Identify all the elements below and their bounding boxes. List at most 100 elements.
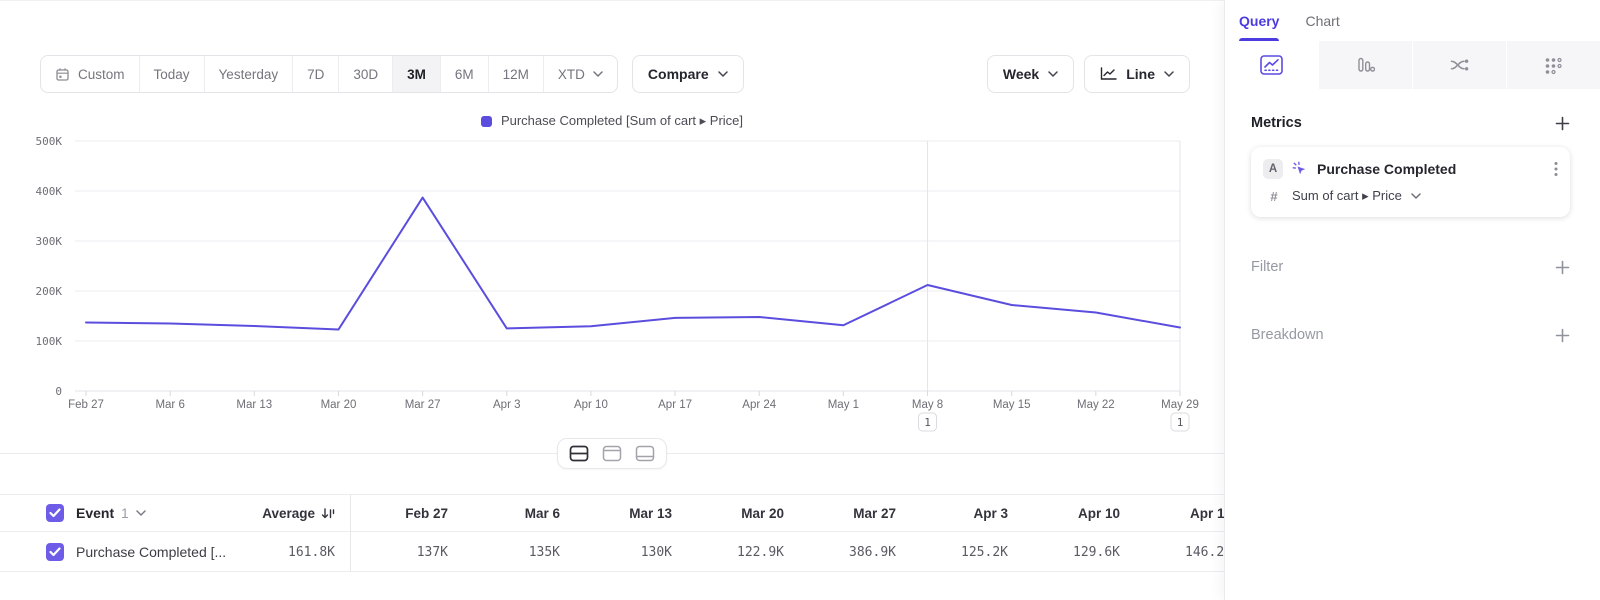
legend-label: Purchase Completed [Sum of cart ▸ Price] [501, 113, 743, 129]
chart-type-button[interactable]: Line [1084, 55, 1190, 93]
plus-icon [1555, 260, 1570, 275]
metric-menu-button[interactable] [1554, 161, 1558, 177]
svg-text:300K: 300K [36, 235, 63, 248]
metrics-section-header: Metrics [1251, 115, 1570, 131]
date-range-6m[interactable]: 6M [441, 56, 489, 92]
table-cell-value: 146.2K [1120, 545, 1224, 560]
select-all-checkbox[interactable] [46, 504, 64, 522]
calendar-icon [55, 67, 70, 82]
line-chart: 0100K200K300K400K500KFeb 27Mar 6Mar 13Ma… [0, 129, 1224, 439]
svg-text:Apr 17: Apr 17 [658, 399, 692, 411]
breakdown-title: Breakdown [1251, 327, 1324, 343]
plus-icon [1555, 328, 1570, 343]
main-chart-area: Custom Today Yesterday 7D 30D 3M 6M 12M … [0, 0, 1224, 600]
svg-text:May 1: May 1 [828, 399, 859, 411]
date-range-3m[interactable]: 3M [393, 56, 441, 92]
viz-type-flows[interactable] [1413, 41, 1506, 89]
tab-query[interactable]: Query [1239, 0, 1279, 41]
event-label: Event [76, 505, 114, 521]
check-icon [49, 547, 61, 557]
metric-card[interactable]: A Purchase Completed # Sum of cart ▸ Pri… [1251, 147, 1570, 217]
layout-table-only-button[interactable] [635, 445, 655, 462]
date-range-today[interactable]: Today [140, 56, 205, 92]
event-selector[interactable]: Event 1 [76, 505, 146, 521]
date-range-12m[interactable]: 12M [489, 56, 544, 92]
viz-type-retention[interactable] [1507, 41, 1600, 89]
date-range-control: Custom Today Yesterday 7D 30D 3M 6M 12M … [40, 55, 618, 93]
filter-title: Filter [1251, 259, 1283, 275]
insights-line-chart-icon [1260, 55, 1283, 75]
layout-split-view-button[interactable] [569, 445, 589, 462]
table-column-header[interactable]: Mar 27 [784, 506, 896, 521]
aggregation-label: Sum of cart ▸ Price [1292, 188, 1402, 204]
row-checkbox[interactable] [46, 543, 64, 561]
svg-text:1: 1 [924, 416, 931, 429]
svg-text:May 29: May 29 [1161, 399, 1199, 411]
table-column-header[interactable]: Mar 13 [560, 506, 672, 521]
layout-chart-only-button[interactable] [602, 445, 622, 462]
table-column-header[interactable]: Apr 10 [1008, 506, 1120, 521]
check-icon [49, 508, 61, 518]
add-breakdown-button[interactable] [1555, 328, 1570, 343]
query-builder-panel: Query Chart [1224, 0, 1600, 600]
metrics-title: Metrics [1251, 115, 1302, 131]
svg-text:200K: 200K [36, 285, 63, 298]
panel-content: Metrics A Purchase Completed [1225, 89, 1600, 343]
svg-text:0: 0 [55, 385, 62, 398]
flows-icon [1449, 57, 1470, 73]
metric-aggregation[interactable]: # Sum of cart ▸ Price [1263, 188, 1558, 204]
compare-button[interactable]: Compare [632, 55, 744, 93]
table-column-header[interactable]: Mar 20 [672, 506, 784, 521]
date-range-yesterday[interactable]: Yesterday [205, 56, 294, 92]
table-column-header[interactable]: Apr 3 [896, 506, 1008, 521]
viz-type-bar[interactable] [1319, 41, 1412, 89]
date-range-30d[interactable]: 30D [339, 56, 393, 92]
svg-text:May 8: May 8 [912, 399, 943, 411]
legend-color-swatch [481, 116, 492, 127]
viz-type-selector [1225, 41, 1600, 89]
plus-icon [1555, 116, 1570, 131]
add-filter-button[interactable] [1555, 260, 1570, 275]
svg-text:Mar 20: Mar 20 [321, 399, 357, 411]
svg-text:1: 1 [1177, 416, 1184, 429]
chart-legend: Purchase Completed [Sum of cart ▸ Price] [0, 113, 1224, 129]
metric-event-name: Purchase Completed [1317, 161, 1456, 177]
table-cell-value: 129.6K [1008, 545, 1120, 560]
svg-text:May 22: May 22 [1077, 399, 1115, 411]
event-count: 1 [121, 506, 129, 521]
metric-card-row1: A Purchase Completed [1263, 159, 1558, 179]
table-cell-value: 125.2K [896, 545, 1008, 560]
layout-toggle [557, 438, 667, 469]
chevron-down-icon [136, 510, 146, 516]
granularity-button[interactable]: Week [987, 55, 1074, 93]
svg-text:Mar 13: Mar 13 [236, 399, 272, 411]
svg-text:Apr 10: Apr 10 [574, 399, 608, 411]
table-cell-value: 135K [448, 545, 560, 560]
table-cell-value: 137K [351, 545, 448, 560]
svg-text:Mar 6: Mar 6 [155, 399, 184, 411]
table-cell-value: 386.9K [784, 545, 896, 560]
chevron-down-icon [1411, 193, 1421, 199]
date-range-label: Custom [78, 67, 125, 82]
panel-tabs: Query Chart [1225, 0, 1600, 41]
toolbar: Custom Today Yesterday 7D 30D 3M 6M 12M … [40, 55, 1190, 93]
svg-text:Apr 24: Apr 24 [742, 399, 776, 411]
tab-chart[interactable]: Chart [1305, 0, 1339, 41]
average-column-header[interactable]: Average [200, 495, 335, 531]
viz-type-insights[interactable] [1225, 41, 1318, 89]
date-range-7d[interactable]: 7D [293, 56, 339, 92]
chevron-down-icon [593, 71, 603, 77]
chevron-down-icon [1048, 71, 1058, 77]
event-sparkle-icon [1292, 161, 1308, 177]
add-metric-button[interactable] [1555, 116, 1570, 131]
filter-section: Filter [1251, 259, 1570, 275]
svg-text:Apr 3: Apr 3 [493, 399, 521, 411]
date-range-xtd[interactable]: XTD [544, 56, 617, 92]
line-chart-svg[interactable]: 0100K200K300K400K500KFeb 27Mar 6Mar 13Ma… [0, 129, 1224, 439]
table-column-header[interactable]: Feb 27 [351, 506, 448, 521]
date-range-custom[interactable]: Custom [41, 56, 140, 92]
table-date-values: 137K135K130K122.9K386.9K125.2K129.6K146.… [351, 533, 1224, 572]
table-column-header[interactable]: Apr 17 [1120, 506, 1224, 521]
bar-chart-icon [1356, 56, 1375, 75]
table-column-header[interactable]: Mar 6 [448, 506, 560, 521]
